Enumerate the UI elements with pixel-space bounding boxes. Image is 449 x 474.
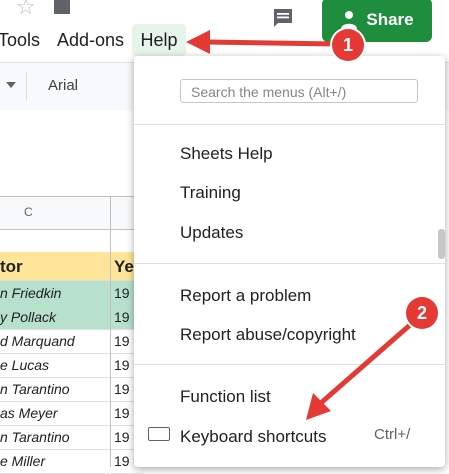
share-label: Share: [366, 10, 414, 29]
menu-item-training[interactable]: Training: [180, 183, 241, 203]
menu-tools[interactable]: Tools: [0, 30, 40, 51]
column-header-c[interactable]: C: [24, 205, 33, 219]
menu-scrollbar[interactable]: [438, 229, 445, 259]
cell-director[interactable]: as Meyer: [0, 401, 110, 426]
cell-director[interactable]: y Pollack: [0, 305, 110, 330]
cell-director[interactable]: n Tarantino: [0, 377, 110, 402]
column-divider: [110, 228, 111, 467]
person-icon: [341, 11, 358, 29]
font-selector[interactable]: Arial: [48, 77, 78, 94]
doc-icon: [54, 0, 70, 14]
column-divider: [110, 196, 111, 228]
menu-item-report-problem[interactable]: Report a problem: [180, 286, 311, 306]
keyboard-icon: [148, 427, 170, 441]
keyboard-shortcut-key: Ctrl+/: [374, 426, 411, 443]
menu-help[interactable]: Help: [132, 24, 186, 56]
dropdown-arrow-icon[interactable]: [6, 82, 16, 88]
annotation-badge-1: 1: [332, 29, 364, 61]
cell-director[interactable]: n Tarantino: [0, 425, 110, 450]
menu-item-function-list[interactable]: Function list: [180, 387, 271, 407]
star-icon[interactable]: ☆: [16, 0, 36, 20]
cell-director[interactable]: e Miller: [0, 449, 110, 474]
annotation-badge-2: 2: [406, 297, 438, 329]
menu-addons[interactable]: Add-ons: [57, 30, 124, 51]
cell-director[interactable]: e Lucas: [0, 353, 110, 378]
header-cell-director[interactable]: tor: [0, 252, 110, 281]
menu-separator: [134, 124, 445, 125]
menu-bar: Tools Add-ons: [0, 30, 449, 54]
menu-separator: [134, 364, 445, 365]
column-header-row: [0, 196, 140, 230]
search-menus-input[interactable]: Search the menus (Alt+/): [180, 79, 418, 103]
menu-item-sheets-help[interactable]: Sheets Help: [180, 144, 273, 164]
menu-item-keyboard-shortcuts[interactable]: Keyboard shortcuts: [180, 427, 326, 447]
toolbar-divider: [26, 72, 27, 100]
menu-item-report-abuse[interactable]: Report abuse/copyright: [180, 325, 356, 345]
comment-icon[interactable]: [271, 6, 295, 30]
cell-director[interactable]: n Friedkin: [0, 281, 110, 306]
cell-director[interactable]: d Marquand: [0, 329, 110, 354]
menu-separator: [134, 263, 445, 264]
menu-item-updates[interactable]: Updates: [180, 223, 243, 243]
